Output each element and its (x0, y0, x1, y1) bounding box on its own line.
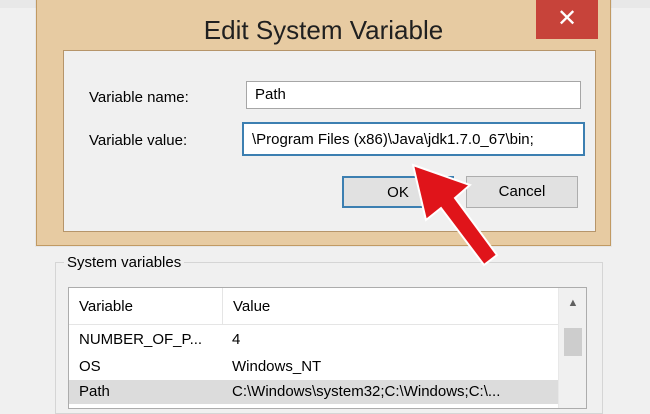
chevron-up-icon[interactable]: ▲ (559, 288, 586, 318)
list-item[interactable]: NUMBER_OF_P... 4 (69, 328, 558, 352)
variable-name-field[interactable]: Path (246, 81, 581, 109)
variable-value-field[interactable]: \Program Files (x86)\Java\jdk1.7.0_67\bi… (242, 122, 585, 156)
variable-value-cell: 4 (232, 331, 241, 348)
vertical-scrollbar[interactable]: ▲ (558, 288, 586, 408)
list-item[interactable]: OS Windows_NT (69, 355, 558, 379)
close-button[interactable]: ✕ (536, 0, 598, 39)
variable-value-label: Variable value: (89, 132, 188, 149)
variable-value-cell: C:\Windows\system32;C:\Windows;C:\... (232, 383, 501, 400)
variable-name-cell: NUMBER_OF_P... (79, 331, 203, 348)
variable-name-cell: Path (79, 383, 110, 400)
column-header-value[interactable]: Value (222, 288, 563, 324)
list-item-selected[interactable]: Path C:\Windows\system32;C:\Windows;C:\.… (69, 380, 558, 404)
cancel-button[interactable]: Cancel (466, 176, 578, 208)
list-header: Variable Value (69, 288, 558, 325)
column-header-variable[interactable]: Variable (79, 288, 219, 324)
system-variables-title: System variables (64, 254, 185, 271)
variable-name-cell: OS (79, 358, 101, 375)
system-variables-list[interactable]: Variable Value NUMBER_OF_P... 4 OS Windo… (68, 287, 587, 409)
variable-value-cell: Windows_NT (232, 358, 322, 375)
variable-name-label: Variable name: (89, 89, 189, 106)
dialog-body: Variable name: Path Variable value: \Pro… (63, 50, 596, 232)
ok-button[interactable]: OK (342, 176, 454, 208)
dialog-title: Edit System Variable (203, 15, 444, 45)
close-icon: ✕ (556, 5, 578, 32)
scrollbar-thumb[interactable] (564, 328, 582, 356)
edit-system-variable-dialog: Edit System Variable ✕ Variable name: Pa… (36, 0, 611, 246)
